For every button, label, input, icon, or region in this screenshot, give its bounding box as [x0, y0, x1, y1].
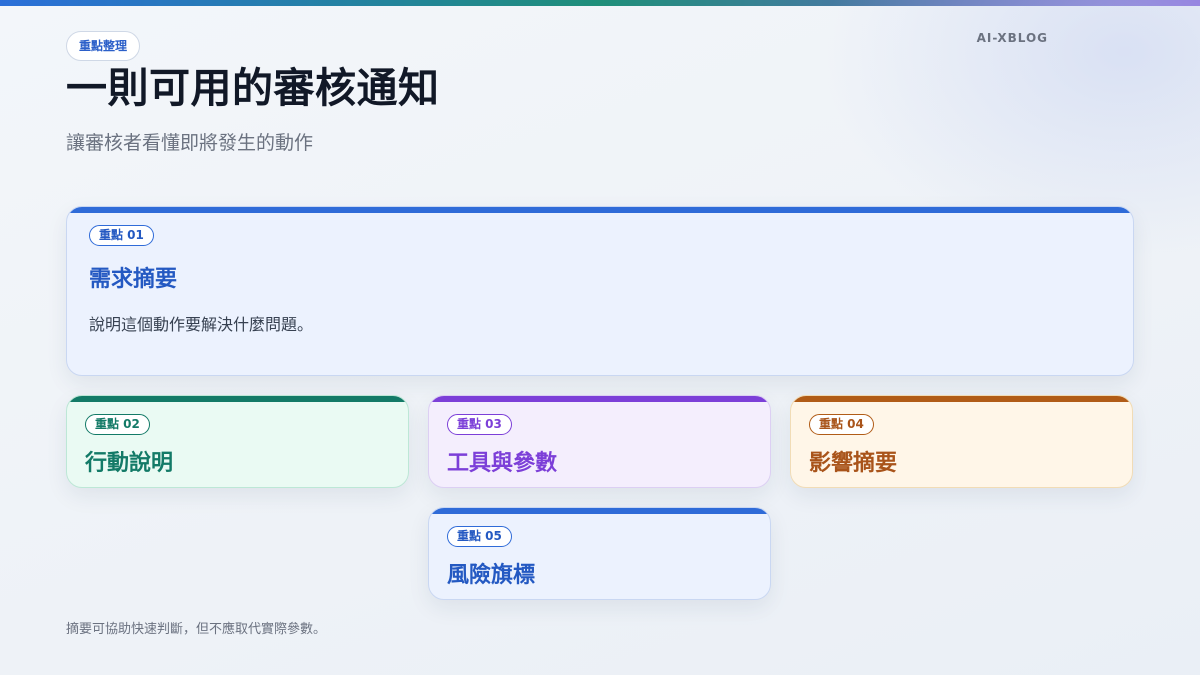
card-point-05: 重點 05 風險旗標	[428, 507, 771, 600]
brand-label: AI-XBLOG	[976, 31, 1048, 45]
card-point-02: 重點 02 行動說明	[66, 395, 409, 488]
card-badge: 重點 02	[85, 414, 150, 435]
card-badge: 重點 04	[809, 414, 874, 435]
card-point-01: 重點 01 需求摘要 說明這個動作要解決什麼問題。	[66, 206, 1134, 376]
card-title: 需求摘要	[89, 267, 178, 292]
card-accent-bar	[67, 396, 408, 402]
page-title: 一則可用的審核通知	[66, 64, 440, 112]
card-title: 風險旗標	[447, 563, 536, 588]
card-accent-bar	[67, 207, 1133, 213]
card-badge: 重點 05	[447, 526, 512, 547]
card-accent-bar	[429, 508, 770, 514]
page-subtitle: 讓審核者看懂即將發生的動作	[66, 132, 314, 154]
card-accent-bar	[791, 396, 1132, 402]
card-description: 說明這個動作要解決什麼問題。	[89, 315, 314, 334]
card-title: 行動說明	[85, 451, 174, 476]
card-badge: 重點 03	[447, 414, 512, 435]
card-accent-bar	[429, 396, 770, 402]
card-badge: 重點 01	[89, 225, 154, 246]
card-title: 工具與參數	[447, 451, 558, 476]
card-point-03: 重點 03 工具與參數	[428, 395, 771, 488]
card-point-04: 重點 04 影響摘要	[790, 395, 1133, 488]
footer-note: 摘要可協助快速判斷，但不應取代實際參數。	[66, 622, 327, 637]
card-title: 影響摘要	[809, 451, 898, 476]
